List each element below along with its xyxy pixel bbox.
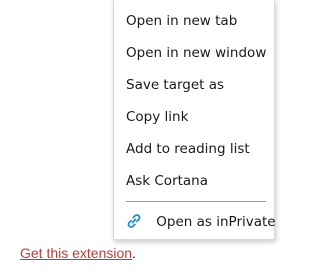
menu-item-open-inprivate[interactable]: Open as inPrivate (114, 206, 276, 238)
context-menu: Open in new tab Open in new window Save … (113, 0, 276, 240)
menu-item-label: Ask Cortana (126, 173, 209, 189)
footer-period: . (132, 245, 136, 261)
menu-item-label: Open in new window (126, 45, 267, 61)
footer-text: Get this extension. (20, 245, 136, 261)
menu-item-label: Add to reading list (126, 141, 250, 157)
menu-item-label: Copy link (126, 109, 189, 125)
menu-item-add-to-reading-list[interactable]: Add to reading list (114, 133, 274, 165)
menu-item-save-target-as[interactable]: Save target as (114, 69, 274, 101)
menu-item-label: Open as inPrivate (156, 214, 276, 230)
menu-divider (126, 201, 266, 202)
menu-item-label: Save target as (126, 77, 225, 93)
menu-item-label: Open in new tab (126, 13, 238, 29)
menu-item-open-new-window[interactable]: Open in new window (114, 37, 274, 69)
inprivate-link-icon (126, 209, 142, 228)
page: Open in new tab Open in new window Save … (0, 0, 277, 274)
get-extension-link[interactable]: Get this extension (20, 245, 132, 261)
menu-item-open-new-tab[interactable]: Open in new tab (114, 5, 274, 37)
menu-item-copy-link[interactable]: Copy link (114, 101, 274, 133)
menu-item-ask-cortana[interactable]: Ask Cortana (114, 165, 274, 197)
